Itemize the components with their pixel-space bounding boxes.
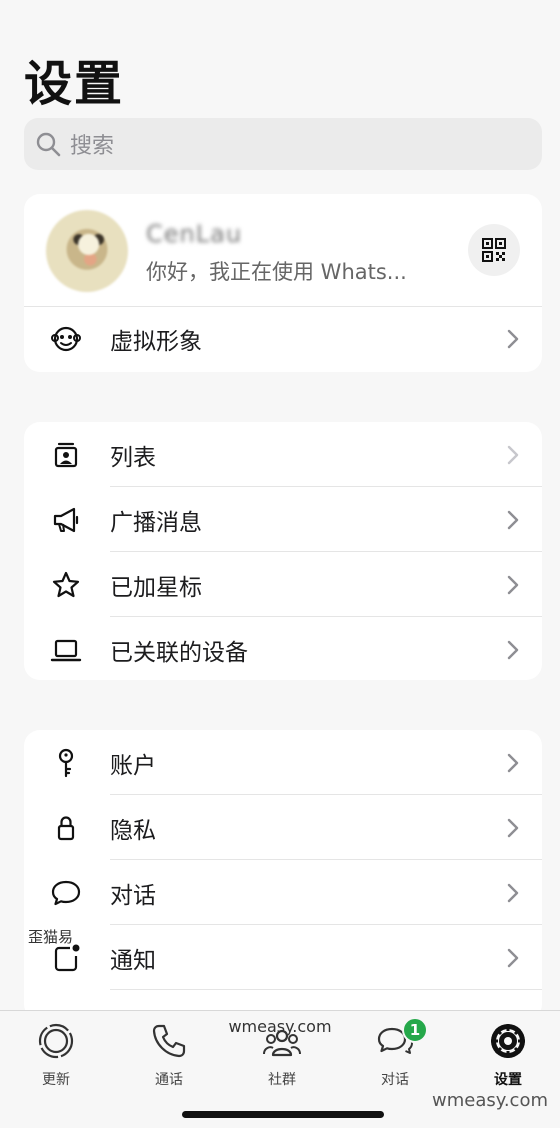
profile-status: 你好，我正在使用 Whats...: [146, 260, 407, 284]
avatar[interactable]: [46, 210, 128, 292]
star-icon: [48, 567, 84, 603]
chevron-right-icon: [507, 445, 519, 464]
settings-row-starred[interactable]: 已加星标: [24, 552, 542, 617]
avatar-settings-label: 虚拟形象: [110, 328, 202, 355]
chevron-right-icon: [507, 575, 519, 594]
search-placeholder: 搜索: [70, 134, 115, 159]
settings-row-label: 隐私: [110, 817, 156, 844]
settings-row-privacy[interactable]: 隐私: [24, 795, 542, 860]
settings-row-notifications[interactable]: 通知: [24, 925, 542, 990]
lock-icon: [48, 810, 84, 846]
list-contact-icon: [48, 437, 84, 473]
watermark-center: wmeasy.com: [228, 1017, 332, 1036]
settings-row-broadcast[interactable]: 广播消息: [24, 487, 542, 552]
chevron-right-icon: [507, 948, 519, 967]
tab-label: 社群: [268, 1072, 296, 1088]
profile-card: CenLau 你好，我正在使用 Whats... 虚拟形象: [24, 194, 542, 372]
search-bar[interactable]: 搜索: [24, 118, 542, 170]
tab-label: 对话: [381, 1072, 409, 1088]
settings-row-label: 已加星标: [110, 574, 202, 601]
settings-row-label: 账户: [110, 752, 156, 779]
key-icon: [48, 745, 84, 781]
settings-group-1: 列表 广播消息 已加星标 已关联的设备: [24, 422, 542, 680]
chevron-right-icon: [507, 753, 519, 772]
settings-row-label: 已关联的设备: [110, 639, 248, 666]
watermark-left: 歪猫易: [28, 928, 74, 946]
settings-row-label: 广播消息: [110, 509, 202, 536]
tab-label: 设置: [494, 1072, 522, 1088]
laptop-icon: [48, 632, 84, 668]
tab-label: 更新: [42, 1072, 70, 1088]
avatar-face-icon: [48, 321, 84, 357]
megaphone-icon: [48, 502, 84, 538]
watermark-corner: wmeasy.com: [432, 1090, 548, 1111]
settings-row-label: 对话: [110, 882, 156, 909]
profile-row[interactable]: CenLau 你好，我正在使用 Whats...: [24, 194, 542, 306]
qr-code-button[interactable]: [468, 224, 520, 276]
settings-row-lists[interactable]: 列表: [24, 422, 542, 487]
chevron-right-icon: [507, 818, 519, 837]
home-indicator[interactable]: [182, 1111, 384, 1118]
chevron-right-icon: [507, 883, 519, 902]
avatar-settings-row[interactable]: 虚拟形象: [24, 306, 542, 371]
settings-row-account[interactable]: 账户: [24, 730, 542, 795]
chevron-right-icon: [507, 640, 519, 659]
chevron-right-icon: [507, 329, 519, 348]
page-title: 设置: [24, 56, 125, 112]
settings-row-chats[interactable]: 对话: [24, 860, 542, 925]
tab-label: 通话: [155, 1072, 183, 1088]
settings-group-2: 账户 隐私 对话 通知: [24, 730, 542, 1020]
search-icon: [36, 132, 61, 157]
settings-row-linked-devices[interactable]: 已关联的设备: [24, 617, 542, 680]
qr-code-icon: [482, 238, 506, 262]
settings-row-label: 通知: [110, 947, 156, 974]
chevron-right-icon: [507, 510, 519, 529]
settings-row-label: 列表: [110, 444, 156, 471]
profile-name: CenLau: [146, 220, 243, 248]
chat-bubble-icon: [48, 875, 84, 911]
